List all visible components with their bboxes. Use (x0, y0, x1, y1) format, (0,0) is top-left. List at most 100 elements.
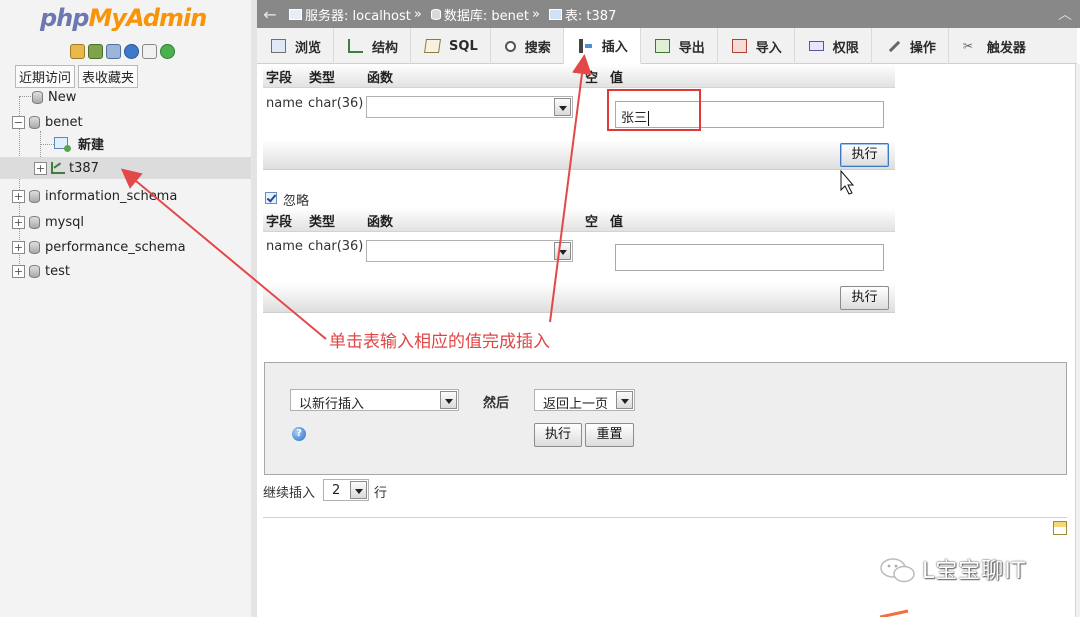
tab-search[interactable]: 搜索 (491, 28, 564, 64)
tab-export-label: 导出 (678, 40, 705, 56)
execute-button-1[interactable]: 执行 (840, 143, 889, 167)
expand-icon[interactable]: + (12, 189, 25, 203)
chevron-down-icon (350, 481, 367, 499)
new-table-icon (54, 137, 71, 152)
tab-operations[interactable]: 操作 (872, 28, 949, 64)
execute-button[interactable]: 执行 (534, 423, 582, 447)
structure-icon (348, 39, 364, 53)
tab-privileges[interactable]: 权限 (795, 28, 872, 64)
tree-item-t387-label: t387 (69, 160, 99, 176)
tab-insert[interactable]: 插入 (563, 28, 641, 64)
tree-item-benet[interactable]: − benet (12, 111, 83, 133)
expand-icon[interactable]: + (12, 264, 25, 278)
tab-export[interactable]: 导出 (641, 28, 718, 64)
tree-item-t387[interactable]: + t387 (0, 157, 251, 179)
breadcrumb-table[interactable]: 表: t387 (565, 5, 616, 24)
column-value-header: 值 (610, 71, 624, 86)
breadcrumb: ← 服务器: localhost » 数据库: benet » 表: t387 … (257, 0, 1080, 28)
function-select-1[interactable] (366, 96, 573, 118)
tree-item-information-schema[interactable]: + information_schema (12, 185, 177, 207)
after-insert-value: 返回上一页 (543, 397, 609, 412)
server-icon (289, 8, 302, 20)
breadcrumb-database[interactable]: 数据库: benet (444, 5, 529, 24)
tree-item-new-label: New (48, 89, 77, 105)
after-insert-select[interactable]: 返回上一页 (534, 389, 635, 412)
tree-item-performance-schema-label: performance_schema (45, 239, 186, 255)
expand-icon[interactable]: + (12, 240, 25, 254)
breadcrumb-separator: » (531, 6, 540, 22)
ignore-checkbox[interactable] (265, 192, 277, 204)
tab-sql-label: SQL (449, 38, 478, 54)
tree-item-benet-new-label: 新建 (78, 137, 105, 153)
tab-import-label: 导入 (755, 40, 782, 56)
reload-icon[interactable] (160, 44, 175, 59)
column-null-header: 空 (585, 71, 599, 86)
ignore-label: 忽略 (283, 194, 310, 209)
annotation-text: 单击表输入相应的值完成插入 (329, 332, 550, 352)
tree-item-new[interactable]: New (32, 86, 76, 108)
tab-privileges-label: 权限 (832, 40, 859, 56)
database-icon (29, 189, 40, 203)
highlight-box (607, 89, 701, 131)
column-null-header: 空 (585, 215, 599, 230)
database-icon (29, 264, 40, 278)
column-field-header: 字段 (266, 71, 293, 86)
expand-icon[interactable]: + (12, 215, 25, 229)
favorite-tables-tab[interactable]: 表收藏夹 (78, 65, 139, 88)
field-type: char(36) (308, 96, 364, 111)
field-type: char(36) (308, 239, 364, 254)
home-icon[interactable] (70, 44, 85, 59)
tree-item-benet-new[interactable]: 新建 (54, 132, 104, 154)
new-database-icon (32, 90, 43, 104)
tree-item-test[interactable]: + test (12, 260, 70, 282)
then-label: 然后 (483, 396, 510, 411)
tab-structure[interactable]: 结构 (334, 28, 412, 64)
continue-insert-count: 2 (332, 483, 341, 498)
tab-triggers[interactable]: ✂ 触发器 (949, 28, 1038, 64)
continue-insert-count-select[interactable]: 2 (323, 479, 369, 501)
tab-triggers-label: 触发器 (986, 40, 1026, 56)
privileges-icon (808, 41, 824, 51)
tab-sql[interactable]: SQL (411, 28, 491, 64)
tree-item-test-label: test (45, 263, 70, 279)
watermark-text: L宝宝聊IT (922, 559, 1027, 584)
phpmyadmin-logo[interactable]: phpMyAdmin (40, 4, 207, 32)
collapse-nav-icon[interactable]: ← (257, 5, 283, 24)
breadcrumb-separator: » (413, 6, 422, 22)
tab-import[interactable]: 导入 (718, 28, 795, 64)
table-tabs: 浏览 结构 SQL 搜索 插入 导出 导入 权限 操作 ✂ 触发器 (257, 28, 1077, 64)
collapse-icon[interactable]: − (12, 115, 25, 129)
insert-mode-select[interactable]: 以新行插入 (290, 389, 459, 412)
chevron-up-icon[interactable]: ︿ (1058, 4, 1072, 24)
import-icon (731, 39, 747, 53)
tree-item-mysql[interactable]: + mysql (12, 211, 84, 233)
query-window-icon[interactable] (106, 44, 121, 59)
help-icon[interactable]: ? (292, 427, 306, 441)
insert-table-header-2: 字段 类型 函数 空 值 (263, 208, 895, 232)
execute-button-2[interactable]: 执行 (840, 286, 889, 310)
insert-table-header-1: 字段 类型 函数 空 值 (263, 64, 895, 88)
help-icon[interactable] (124, 44, 139, 59)
console-icon[interactable] (1053, 521, 1067, 535)
quick-icons-bar (70, 44, 175, 60)
export-icon (654, 39, 670, 53)
reset-button[interactable]: 重置 (585, 423, 634, 447)
search-icon (504, 40, 516, 52)
expand-icon[interactable]: + (34, 161, 47, 175)
tab-search-label: 搜索 (524, 40, 551, 56)
recent-tables-tab[interactable]: 近期访问 (15, 65, 76, 88)
documentation-icon[interactable] (142, 44, 157, 59)
main-scrollbar[interactable] (1075, 64, 1080, 617)
breadcrumb-server[interactable]: 服务器: localhost (305, 5, 411, 24)
value-input-2[interactable] (615, 244, 884, 271)
logout-icon[interactable] (88, 44, 103, 59)
rows-label: 行 (374, 486, 388, 501)
tree-item-performance-schema[interactable]: + performance_schema (12, 236, 186, 258)
tab-browse[interactable]: 浏览 (257, 28, 335, 64)
function-select-2[interactable] (366, 240, 573, 262)
column-type-header: 类型 (309, 215, 336, 230)
database-icon (29, 115, 40, 129)
field-name: name (266, 239, 303, 254)
column-function-header: 函数 (367, 71, 394, 86)
browse-icon (271, 39, 286, 53)
